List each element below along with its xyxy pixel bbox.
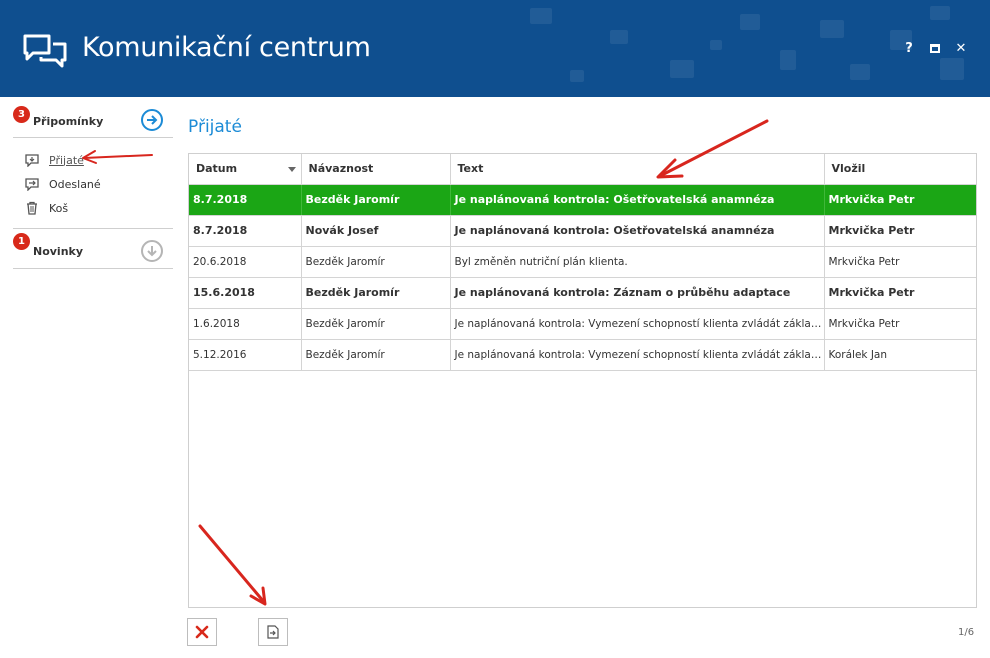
table-row[interactable]: 20.6.2018 Bezděk Jaromír Byl změněn nutr… (189, 246, 976, 278)
section-novinky[interactable]: 1 Novinky (13, 231, 173, 269)
sidebar: 3 Připomínky Přijaté Odeslané Koš 1 Novi… (13, 104, 173, 269)
column-label: Datum (196, 162, 238, 176)
table-row[interactable]: 8.7.2018 Novák Josef Je naplánovaná kont… (189, 215, 976, 247)
cell-navaznost: Bezděk Jaromír (301, 308, 451, 340)
export-document-icon (267, 625, 279, 639)
cell-vlozil: Mrkvička Petr (824, 246, 976, 278)
cell-datum: 20.6.2018 (189, 246, 302, 278)
arrow-right-circle-icon[interactable] (141, 109, 163, 131)
chat-bubbles-icon (23, 34, 67, 68)
sidebar-item-kos[interactable]: Koš (25, 196, 173, 220)
section-label: Připomínky (33, 115, 104, 128)
column-header-datum[interactable]: Datum (189, 154, 302, 185)
cell-text: Byl změněn nutriční plán klienta. (450, 246, 825, 278)
cell-datum: 1.6.2018 (189, 308, 302, 340)
pripominky-count-badge: 3 (13, 106, 30, 123)
cell-datum: 8.7.2018 (189, 215, 302, 247)
cell-navaznost: Bezděk Jaromír (301, 277, 451, 309)
cell-text: Je naplánovaná kontrola: Ošetřovatelská … (450, 215, 825, 247)
sidebar-item-prijate[interactable]: Přijaté (25, 148, 173, 172)
maximize-button[interactable] (928, 40, 942, 56)
pripominky-items: Přijaté Odeslané Koš (13, 138, 173, 228)
column-header-vlozil[interactable]: Vložil (824, 154, 976, 185)
inbox-icon (25, 154, 39, 167)
messages-grid: Datum Návaznost Text Vložil 8.7.2018 Bez… (188, 153, 977, 608)
help-button[interactable]: ? (902, 40, 916, 56)
cell-vlozil: Mrkvička Petr (824, 184, 976, 216)
sidebar-item-odeslane[interactable]: Odeslané (25, 172, 173, 196)
table-header-row: Datum Návaznost Text Vložil (189, 154, 976, 185)
table-row[interactable]: 5.12.2016 Bezděk Jaromír Je naplánovaná … (189, 339, 976, 371)
trash-icon (27, 201, 37, 215)
page-title: Přijaté (188, 117, 242, 137)
cell-datum: 15.6.2018 (189, 277, 302, 309)
export-button[interactable] (258, 618, 288, 646)
cell-text: Je naplánovaná kontrola: Ošetřovatelská … (450, 184, 825, 216)
section-label: Novinky (33, 245, 84, 258)
arrow-down-circle-icon[interactable] (141, 240, 163, 262)
delete-x-icon (195, 625, 209, 639)
pager-text: 1/6 (958, 627, 975, 638)
cell-text: Je naplánovaná kontrola: Vymezení schopn… (450, 339, 825, 371)
cell-navaznost: Bezděk Jaromír (301, 339, 451, 371)
table-row[interactable]: 15.6.2018 Bezděk Jaromír Je naplánovaná … (189, 277, 976, 309)
section-pripominky[interactable]: 3 Připomínky (13, 104, 173, 138)
cell-vlozil: Mrkvička Petr (824, 215, 976, 247)
cell-text: Je naplánovaná kontrola: Záznam o průběh… (450, 277, 825, 309)
app-header: Komunikační centrum ? ✕ (0, 0, 990, 97)
column-header-navaznost[interactable]: Návaznost (301, 154, 451, 185)
sidebar-item-label: Odeslané (49, 177, 101, 191)
app-title: Komunikační centrum (82, 32, 371, 63)
messages-table: Datum Návaznost Text Vložil 8.7.2018 Bez… (189, 154, 976, 371)
column-header-text[interactable]: Text (450, 154, 825, 185)
cell-navaznost: Novák Josef (301, 215, 451, 247)
maximize-icon (930, 43, 940, 53)
novinky-count-badge: 1 (13, 233, 30, 250)
sort-desc-icon (287, 167, 296, 172)
cell-datum: 5.12.2016 (189, 339, 302, 371)
cell-datum: 8.7.2018 (189, 184, 302, 216)
close-button[interactable]: ✕ (954, 40, 968, 56)
cell-text: Je naplánovaná kontrola: Vymezení schopn… (450, 308, 825, 340)
table-row[interactable]: 8.7.2018 Bezděk Jaromír Je naplánovaná k… (189, 184, 976, 216)
outbox-icon (25, 178, 39, 191)
window-controls: ? ✕ (902, 40, 968, 56)
cell-navaznost: Bezděk Jaromír (301, 246, 451, 278)
table-row[interactable]: 1.6.2018 Bezděk Jaromír Je naplánovaná k… (189, 308, 976, 340)
cell-navaznost: Bezděk Jaromír (301, 184, 451, 216)
cell-vlozil: Korálek Jan (824, 339, 976, 371)
cell-vlozil: Mrkvička Petr (824, 308, 976, 340)
sidebar-item-label: Přijaté (49, 153, 84, 167)
sidebar-divider (13, 228, 173, 229)
cell-vlozil: Mrkvička Petr (824, 277, 976, 309)
sidebar-item-label: Koš (49, 201, 69, 215)
delete-button[interactable] (187, 618, 217, 646)
